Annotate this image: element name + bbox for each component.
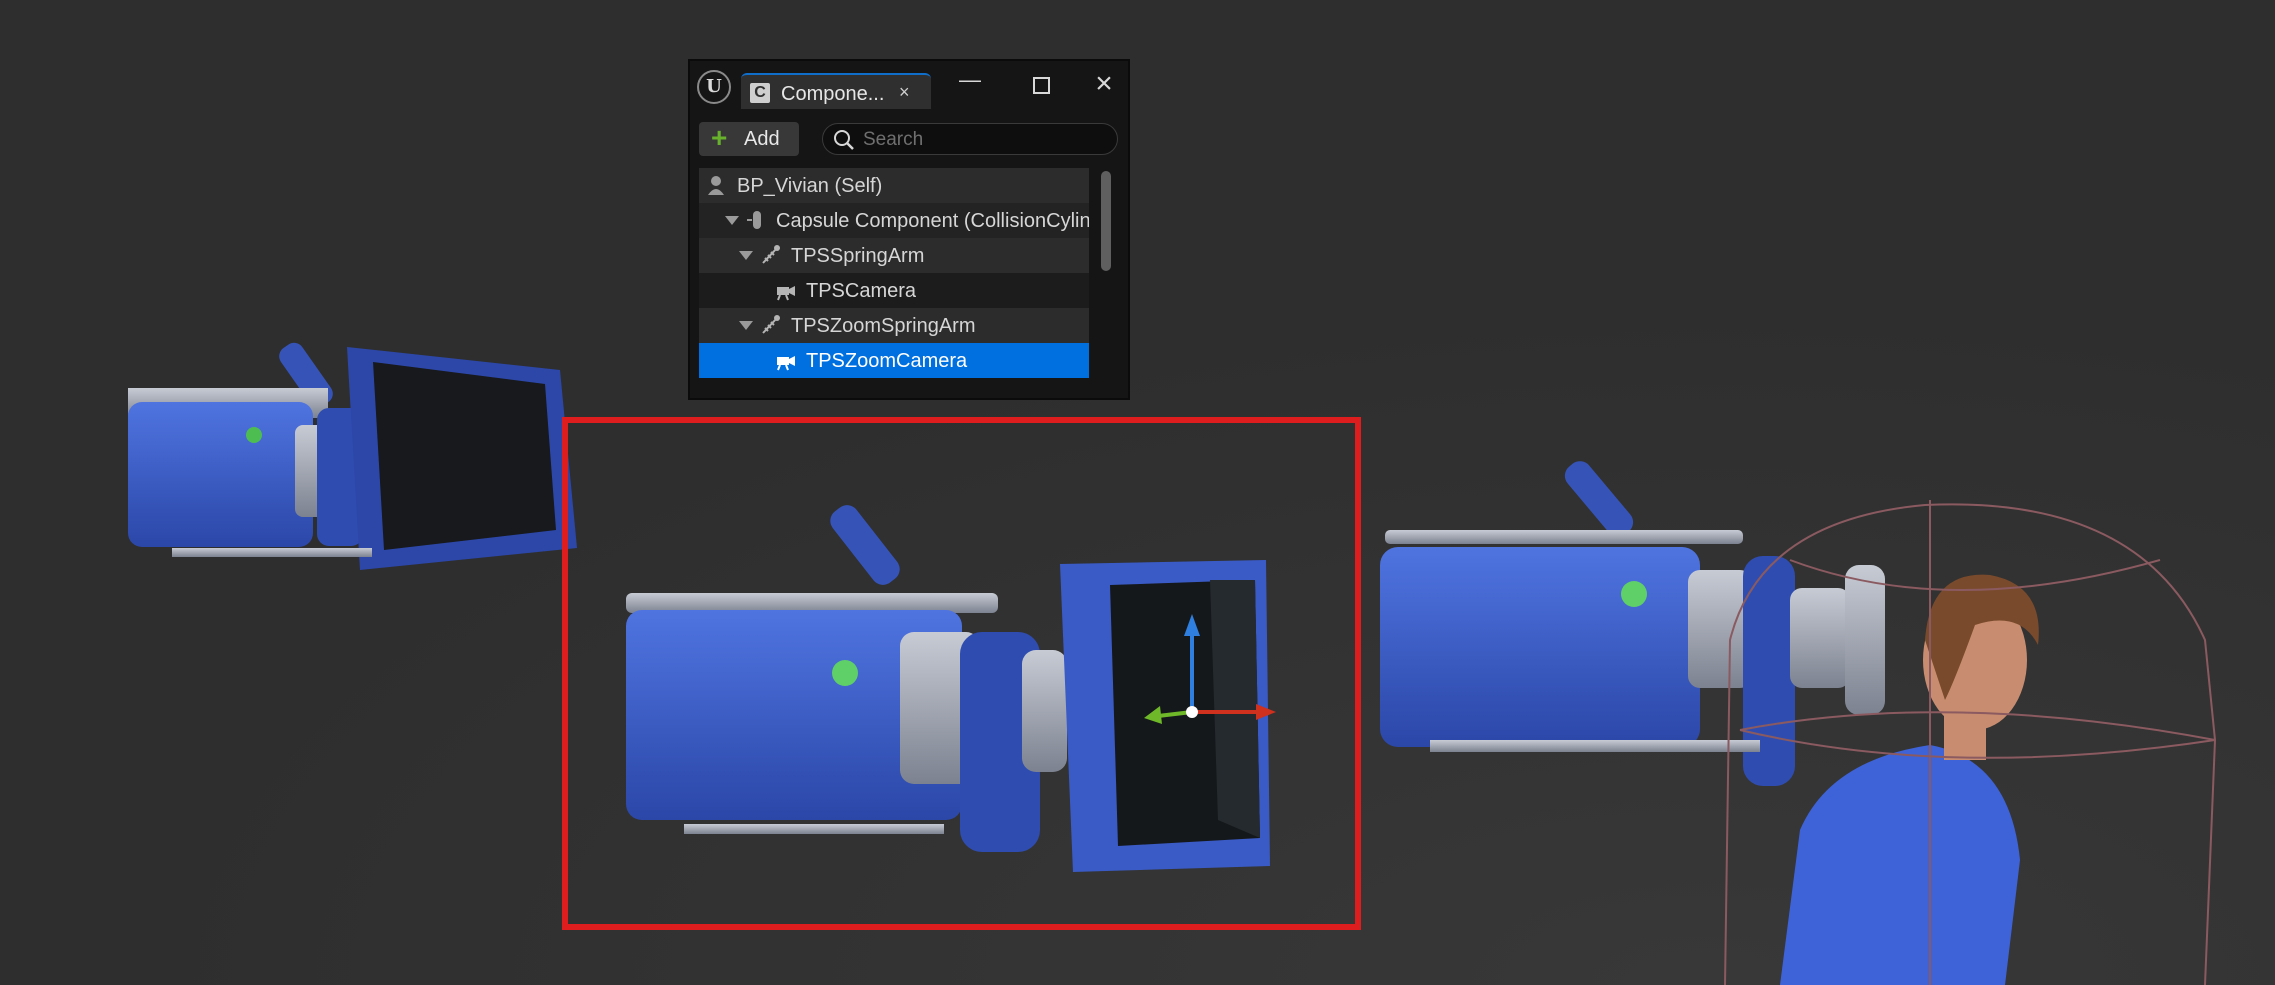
tree-item-label: TPSZoomCamera <box>806 350 968 372</box>
components-toolbar: + Add <box>690 113 1128 162</box>
search-input[interactable] <box>861 127 1105 153</box>
spring-arm-icon <box>762 315 780 334</box>
tree-item-tps-camera[interactable]: TPSCamera <box>699 273 1089 308</box>
close-button[interactable]: × <box>1086 69 1122 99</box>
expand-arrow-icon[interactable] <box>739 251 753 260</box>
plus-icon: + <box>711 122 728 153</box>
tree-item-label: TPSZoomSpringArm <box>791 315 976 337</box>
tree-item-label: TPSSpringArm <box>791 245 925 267</box>
tree-item-tps-spring-arm[interactable]: TPSSpringArm <box>699 238 1089 273</box>
selection-outline <box>562 417 1361 930</box>
tree-scrollbar[interactable] <box>1101 171 1111 271</box>
tree-item-label: Capsule Component (CollisionCylinder) <box>776 210 1089 232</box>
search-icon <box>834 130 854 150</box>
search-box[interactable] <box>822 123 1118 155</box>
tree-item-label: TPSCamera <box>806 280 917 302</box>
tab-close-icon[interactable]: × <box>899 82 910 103</box>
actor-icon <box>708 176 724 195</box>
tab-label: Compone... <box>781 83 885 105</box>
unreal-engine-logo-icon[interactable]: U <box>697 70 731 104</box>
add-component-button[interactable]: + Add <box>699 122 799 156</box>
expand-arrow-icon[interactable] <box>739 321 753 330</box>
tree-item-label: BP_Vivian (Self) <box>737 175 883 197</box>
add-button-label: Add <box>744 128 780 150</box>
tree-item-tps-zoom-spring-arm[interactable]: TPSZoomSpringArm <box>699 308 1089 343</box>
maximize-button[interactable] <box>1023 69 1059 99</box>
spring-arm-icon <box>762 245 780 264</box>
camera-icon <box>777 356 795 371</box>
tree-item-tps-zoom-camera[interactable]: TPSZoomCamera <box>699 343 1089 378</box>
expand-arrow-icon[interactable] <box>725 216 739 225</box>
capsule-icon <box>747 211 761 229</box>
panel-titlebar[interactable]: U C Compone... × — × <box>690 61 1128 113</box>
minimize-button[interactable]: — <box>952 69 988 99</box>
camera-icon <box>777 286 795 301</box>
component-tree: BP_Vivian (Self) Capsule Component (Coll… <box>699 168 1089 388</box>
component-icon: C <box>750 83 770 103</box>
tree-item-capsule-component[interactable]: Capsule Component (CollisionCylinder) <box>699 203 1089 238</box>
components-panel: U C Compone... × — × + Add BP_Vivian (Se <box>688 59 1130 400</box>
tab-components[interactable]: C Compone... × <box>741 73 931 109</box>
tree-item-bp-vivian[interactable]: BP_Vivian (Self) <box>699 168 1089 203</box>
